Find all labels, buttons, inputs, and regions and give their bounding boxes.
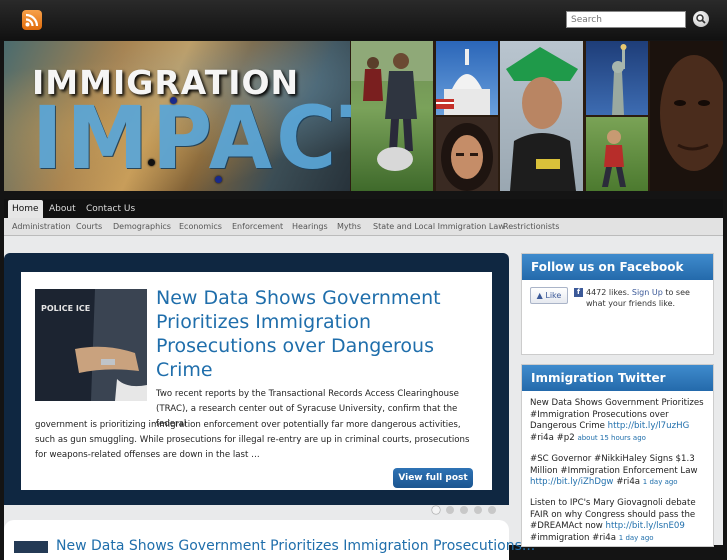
tweet-time[interactable]: about 15 hours ago <box>577 434 645 442</box>
rss-icon[interactable] <box>22 10 42 30</box>
tweet-tags: #immigration #ri4a <box>530 532 617 543</box>
tweet-item: Listen to IPC's Mary Giovagnoli debate F… <box>530 498 708 544</box>
slide-indicator-4[interactable] <box>474 506 482 514</box>
twitter-widget: Immigration Twitter New Data Shows Gover… <box>521 364 714 547</box>
category-administration[interactable]: Administration <box>12 218 71 235</box>
facebook-widget-title: Follow us on Facebook <box>522 254 713 280</box>
man-portrait-photo <box>650 41 723 191</box>
featured-post-card: POLICE ICE New Data Shows Government Pri… <box>21 272 492 490</box>
police-ice-vest-text: POLICE ICE <box>41 304 90 313</box>
tweet-tags: #ri4a #p2 <box>530 432 575 443</box>
map-pin <box>215 176 222 183</box>
child-running-photo <box>586 117 648 191</box>
facebook-icon: f <box>574 288 583 297</box>
tweet-item: #SC Governor #NikkiHaley Signs $1.3 Mill… <box>530 454 708 489</box>
featured-post-image[interactable]: POLICE ICE <box>35 289 147 401</box>
tweet-link[interactable]: http://bit.ly/iZhDgw <box>530 477 613 487</box>
statue-of-liberty-photo <box>586 41 648 115</box>
thumbs-up-icon: ▲ <box>536 291 543 300</box>
view-full-post-button[interactable]: View full post <box>393 468 473 488</box>
category-economics[interactable]: Economics <box>179 218 222 235</box>
slide-indicator-2[interactable] <box>446 506 454 514</box>
tweet-time[interactable]: 1 day ago <box>619 534 654 542</box>
category-enforcement[interactable]: Enforcement <box>232 218 283 235</box>
category-demographics[interactable]: Demographics <box>113 218 171 235</box>
banner-title-bottom: IMPACT <box>32 89 401 189</box>
search-icon <box>696 14 706 24</box>
search-button[interactable] <box>693 11 709 27</box>
featured-post-title[interactable]: New Data Shows Government Prioritizes Im… <box>156 286 486 382</box>
category-myths[interactable]: Myths <box>337 218 361 235</box>
category-state-local-law[interactable]: State and Local Immigration Law <box>373 218 505 235</box>
top-bar <box>0 0 727 40</box>
map-pin <box>170 97 177 104</box>
likes-count: 4472 likes. <box>586 288 630 297</box>
featured-post-excerpt: government is prioritizing immigration e… <box>35 420 470 460</box>
next-post-preview: New Data Shows Government Prioritizes Im… <box>4 520 535 560</box>
search-input[interactable] <box>566 11 686 28</box>
content-area: POLICE ICE New Data Shows Government Pri… <box>4 236 723 560</box>
woman-portrait-photo <box>436 117 498 191</box>
facebook-like-count: 4472 likes. Sign Up to see what your fri… <box>586 287 704 309</box>
site-banner[interactable]: IMMIGRATION IMPACT <box>4 41 723 191</box>
facebook-like-button[interactable]: ▲ Like <box>530 287 568 304</box>
next-post-thumbnail[interactable] <box>14 541 48 553</box>
tweet-time[interactable]: 1 day ago <box>643 478 678 486</box>
tweet-item: New Data Shows Government Prioritizes #I… <box>530 398 708 444</box>
like-label: Like <box>545 291 562 300</box>
world-map-background: IMMIGRATION IMPACT <box>4 41 396 191</box>
farmworkers-photo <box>351 41 433 191</box>
slide-indicator-5[interactable] <box>488 506 496 514</box>
main-navigation: Home About Contact Us <box>4 199 723 218</box>
nav-item-home[interactable]: Home <box>8 200 43 218</box>
next-post-title[interactable]: New Data Shows Government Prioritizes Im… <box>56 538 535 554</box>
category-navigation: Administration Courts Demographics Econo… <box>4 218 723 236</box>
category-courts[interactable]: Courts <box>76 218 102 235</box>
nav-item-about[interactable]: About <box>45 200 80 218</box>
facebook-widget: Follow us on Facebook ▲ Like f 4472 like… <box>521 253 714 355</box>
slide-indicator-3[interactable] <box>460 506 468 514</box>
slide-indicator-1[interactable] <box>432 506 440 514</box>
capitol-photo <box>436 41 498 115</box>
category-restrictionists[interactable]: Restrictionists <box>503 218 559 235</box>
map-pin <box>148 159 155 166</box>
protester-photo <box>500 41 583 191</box>
facebook-signup-link[interactable]: Sign Up <box>632 288 663 297</box>
twitter-widget-title: Immigration Twitter <box>522 365 713 391</box>
category-hearings[interactable]: Hearings <box>292 218 328 235</box>
tweet-tags: #ri4a <box>616 477 641 487</box>
tweet-text: #SC Governor #NikkiHaley Signs $1.3 Mill… <box>530 454 698 476</box>
tweet-link[interactable]: http://bit.ly/lsnE09 <box>606 521 685 531</box>
nav-item-contact-us[interactable]: Contact Us <box>82 200 139 218</box>
tweet-link[interactable]: http://bit.ly/l7uzHG <box>608 421 690 431</box>
featured-slider: POLICE ICE New Data Shows Government Pri… <box>4 253 509 514</box>
